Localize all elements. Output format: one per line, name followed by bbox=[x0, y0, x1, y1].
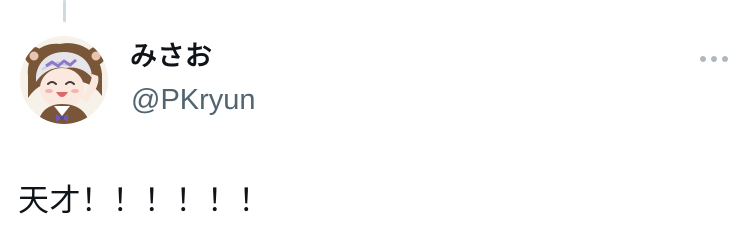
tweet-text: 天才！！！！！！ bbox=[18, 183, 270, 219]
author-avatar[interactable] bbox=[20, 36, 108, 124]
author-handle[interactable]: @PKryun bbox=[131, 82, 256, 118]
more-horizontal-icon bbox=[700, 56, 728, 62]
anime-character-avatar-icon bbox=[20, 36, 108, 124]
thread-connector-line bbox=[63, 0, 66, 22]
author-display-name[interactable]: みさお bbox=[130, 40, 213, 74]
more-options-button[interactable] bbox=[694, 45, 734, 73]
